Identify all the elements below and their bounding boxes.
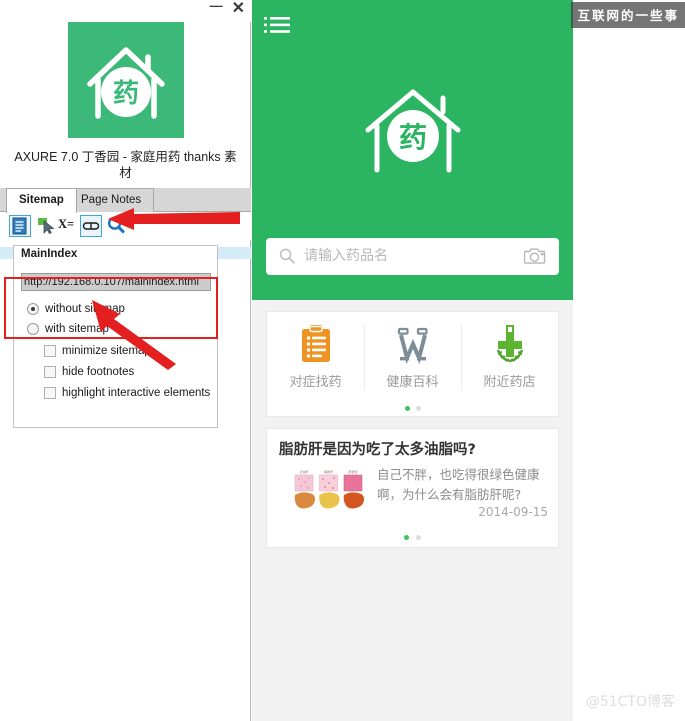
feature-item-health-wiki[interactable]: 健康百科	[364, 312, 461, 402]
screenshot-root: — ✕ 药 AXURE 7.0 丁香园 - 家庭用药 thanks 素材 Sit…	[0, 0, 685, 721]
magnifier-icon	[278, 247, 296, 265]
article-pager-dots[interactable]	[267, 535, 558, 540]
radio-without-sitemap[interactable]	[27, 303, 39, 315]
svg-text:肝硬化: 肝硬化	[348, 469, 357, 474]
window-controls: — ✕	[210, 0, 245, 17]
axure-prototype-panel: — ✕ 药 AXURE 7.0 丁香园 - 家庭用药 thanks 素材 Sit…	[0, 0, 251, 721]
camera-icon[interactable]	[523, 247, 546, 265]
sitemap-node-label: MainIndex	[21, 248, 78, 260]
option-without-sitemap[interactable]: without sitemap	[27, 300, 125, 318]
option-label: with sitemap	[45, 323, 109, 335]
pharmacy-cross-laurel-icon	[491, 324, 529, 365]
feature-label: 对症找药	[289, 374, 342, 390]
checkbox-hide-footnotes[interactable]	[44, 366, 56, 378]
option-label: hide footnotes	[62, 366, 135, 378]
feature-pager-dots[interactable]	[267, 406, 558, 411]
article-summary: 自己不胖，也吃得很绿色健康啊，为什么会有脂肪肝呢?	[377, 467, 540, 502]
page-generate-icon[interactable]	[9, 215, 31, 237]
minimize-button[interactable]: —	[210, 0, 223, 13]
option-hide-footnotes[interactable]: hide footnotes	[44, 363, 134, 381]
magnifier-icon[interactable]	[106, 215, 128, 237]
link-chain-icon[interactable]	[80, 215, 102, 237]
pager-dot[interactable]	[416, 535, 421, 540]
checkbox-highlight-interactive[interactable]	[44, 387, 56, 399]
article-title: 脂肪肝是因为吃了太多油脂吗?	[279, 442, 476, 458]
tab-page-notes[interactable]: Page Notes	[68, 188, 155, 212]
svg-text:药: 药	[398, 121, 426, 154]
svg-text:脂肪肝: 脂肪肝	[324, 469, 333, 474]
sitemap-options-panel: MainIndex http://192.168.0.107/mainindex…	[13, 245, 218, 428]
liver-comparison-thumbnail: 正常肝 脂肪肝 肝硬化	[291, 467, 366, 517]
option-with-sitemap[interactable]: with sitemap	[27, 320, 109, 338]
clipboard-icon	[297, 323, 335, 365]
app-hero-header: 药 请输入药品名	[252, 0, 573, 300]
option-minimize-sitemap[interactable]: minimize sitemap	[44, 342, 151, 360]
feature-label: 附近药店	[483, 374, 536, 390]
list-menu-icon[interactable]	[264, 16, 290, 34]
pager-dot[interactable]	[415, 406, 421, 411]
radio-with-sitemap[interactable]	[27, 323, 39, 335]
pointer-select-icon[interactable]	[36, 215, 58, 237]
page-title: AXURE 7.0 丁香园 - 家庭用药 thanks 素材	[14, 150, 237, 180]
option-label: highlight interactive elements	[62, 387, 211, 399]
article-date: 2014-09-15	[478, 505, 548, 519]
checkbox-minimize-sitemap[interactable]	[44, 345, 56, 357]
close-button[interactable]: ✕	[232, 1, 245, 17]
sitemap-toolbar: X=	[0, 212, 251, 240]
window-titlebar: — ✕	[0, 0, 251, 22]
house-medicine-logo: 药	[358, 86, 468, 178]
app-branding: 药 AXURE 7.0 丁香园 - 家庭用药 thanks 素材	[0, 22, 251, 181]
variables-button[interactable]: X=	[58, 217, 78, 235]
feature-item-nearby-pharmacy[interactable]: 附近药店	[461, 312, 558, 402]
article-card[interactable]: 脂肪肝是因为吃了太多油脂吗? 正常肝 脂肪肝 肝硬化 自己不胖，也吃得很绿色健康…	[266, 428, 559, 548]
option-highlight-interactive[interactable]: highlight interactive elements	[44, 384, 210, 402]
panel-tabs: Sitemap Page Notes	[0, 188, 251, 213]
app-logo-icon: 药	[67, 22, 184, 138]
tab-sitemap[interactable]: Sitemap	[6, 188, 77, 213]
pager-dot-active[interactable]	[404, 535, 409, 540]
feature-row: 对症找药 健康百科 附近药店	[267, 312, 558, 402]
feature-item-symptom-search[interactable]: 对症找药	[267, 312, 364, 402]
prototype-preview-frame: 药 请输入药品名 对症找药 健康百科 附近药店 脂肪肝是因为吃了太多油脂吗? 正…	[252, 0, 685, 721]
search-input[interactable]: 请输入药品名	[266, 238, 559, 275]
watermark-top-right: 互联网的一些事	[571, 2, 685, 28]
feature-label: 健康百科	[386, 374, 439, 390]
svg-text:药: 药	[112, 79, 138, 109]
mobile-app-screen: 药 请输入药品名 对症找药 健康百科 附近药店 脂肪肝是因为吃了太多油脂吗? 正…	[252, 0, 573, 721]
option-label: minimize sitemap	[62, 345, 151, 357]
prototype-url-field[interactable]: http://192.168.0.107/mainindex.html	[21, 273, 211, 291]
watermark-bottom-right: @51CTO博客	[585, 694, 675, 710]
pager-dot-active[interactable]	[404, 406, 410, 411]
option-label: without sitemap	[45, 303, 125, 315]
wiki-w-icon	[394, 325, 432, 365]
sitemap-node-row[interactable]: MainIndex	[14, 246, 217, 266]
feature-shortcuts-card: 对症找药 健康百科 附近药店	[266, 311, 559, 417]
svg-text:正常肝: 正常肝	[299, 469, 308, 474]
search-placeholder-text: 请输入药品名	[304, 248, 388, 264]
